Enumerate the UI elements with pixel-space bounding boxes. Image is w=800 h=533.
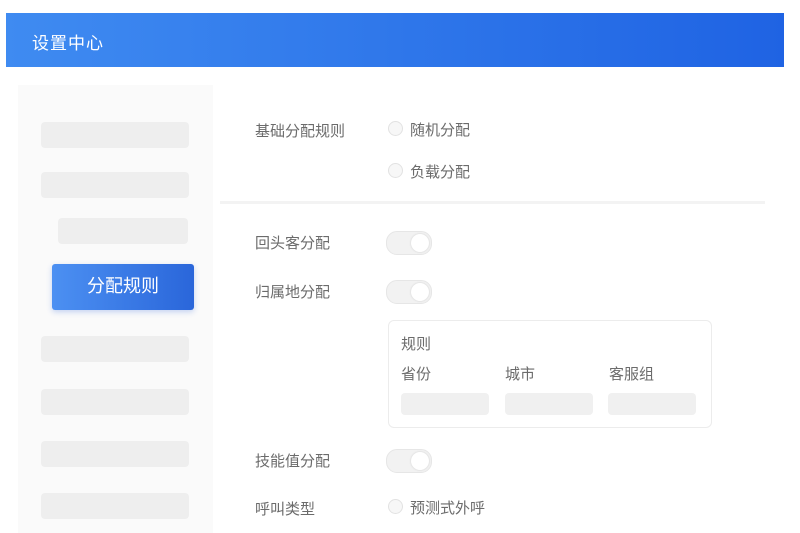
sidebar-item-placeholder[interactable]	[41, 336, 189, 362]
sidebar-item-placeholder[interactable]	[58, 218, 188, 244]
region-label: 归属地分配	[255, 283, 331, 301]
city-select[interactable]	[505, 393, 593, 415]
returning-customer-toggle[interactable]	[386, 231, 432, 255]
agent-group-select[interactable]	[608, 393, 696, 415]
sidebar-item-placeholder[interactable]	[41, 493, 189, 519]
toggle-knob	[411, 283, 429, 301]
sidebar-item-placeholder[interactable]	[41, 172, 189, 198]
skill-label: 技能值分配	[255, 452, 331, 470]
radio-load-label[interactable]: 负载分配	[410, 161, 470, 182]
region-toggle[interactable]	[386, 280, 432, 304]
radio-predictive-dial-label[interactable]: 预测式外呼	[410, 497, 485, 518]
rule-card-title: 规则	[401, 335, 432, 353]
section-divider	[220, 201, 765, 204]
page-title: 设置中心	[32, 34, 104, 54]
province-select[interactable]	[401, 393, 489, 415]
top-header: 设置中心	[6, 13, 784, 67]
region-rule-card: 规则 省份 城市 客服组	[388, 320, 712, 428]
toggle-knob	[411, 234, 429, 252]
radio-random-label[interactable]: 随机分配	[410, 119, 470, 140]
radio-predictive-dial[interactable]	[388, 499, 403, 514]
radio-load[interactable]	[388, 163, 403, 178]
column-header-agent-group: 客服组	[609, 365, 655, 383]
sidebar-item-placeholder[interactable]	[41, 441, 189, 467]
radio-random[interactable]	[388, 121, 403, 136]
column-header-province: 省份	[401, 365, 432, 383]
sidebar-item-placeholder[interactable]	[41, 389, 189, 415]
sidebar-item-distribution-rules[interactable]: 分配规则	[52, 264, 194, 310]
sidebar-item-placeholder[interactable]	[41, 122, 189, 148]
skill-toggle[interactable]	[386, 449, 432, 473]
column-header-city: 城市	[505, 365, 536, 383]
call-type-label: 呼叫类型	[255, 500, 316, 518]
returning-customer-label: 回头客分配	[255, 234, 331, 252]
toggle-knob	[411, 452, 429, 470]
basic-rule-label: 基础分配规则	[255, 122, 346, 140]
